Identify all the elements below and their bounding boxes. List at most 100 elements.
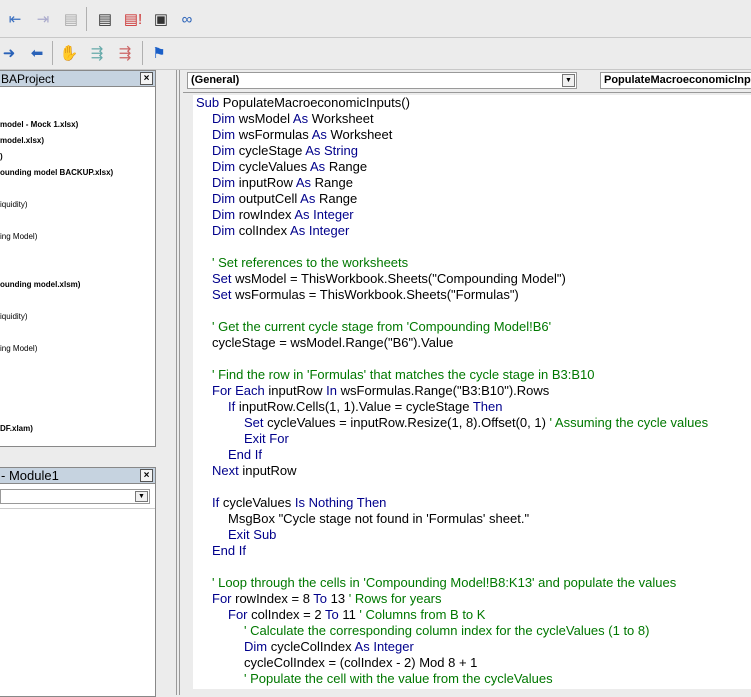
tree-item[interactable]: ): [0, 152, 3, 161]
procedure-combo[interactable]: PopulateMacroeconomicInputs: [600, 72, 751, 89]
code-line: Set wsFormulas = ThisWorkbook.Sheets("Fo…: [212, 287, 519, 303]
tree-item[interactable]: DF.xlam): [0, 424, 33, 433]
keyword: End If: [212, 543, 246, 558]
indent-icon[interactable]: ⇤: [2, 7, 28, 31]
keyword: Dim: [244, 639, 271, 654]
keyword: Exit Sub: [228, 527, 277, 542]
project-explorer-header: BAProject ×: [0, 71, 155, 87]
comment: ' Assuming the cycle values: [549, 415, 709, 430]
tree-item[interactable]: iquidity): [0, 312, 28, 321]
code-editor[interactable]: Sub PopulateMacroeconomicInputs() Dim wsM…: [193, 95, 751, 689]
tree-item[interactable]: ing Model): [0, 344, 37, 353]
code-line: cycleColIndex = (colIndex - 2) Mod 8 + 1: [244, 655, 477, 671]
code-text: cycleValues: [222, 495, 295, 510]
comment: ' Loop through the cells in 'Compounding…: [212, 575, 677, 590]
tree-item[interactable]: model - Mock 1.xlsx): [0, 120, 78, 129]
code-line: ' Get the current cycle stage from 'Comp…: [212, 319, 551, 335]
quick-watch-icon[interactable]: ∞: [174, 7, 200, 31]
keyword: As Integer: [290, 223, 350, 238]
code-line: Dim cycleColIndex As Integer: [244, 639, 414, 655]
keyword: As: [300, 191, 319, 206]
outdent-icon[interactable]: ⇥: [30, 7, 56, 31]
keyword: To: [313, 591, 331, 606]
chevron-down-icon: ▼: [135, 491, 148, 502]
code-line: End If: [212, 543, 246, 559]
code-text: Worksheet: [330, 127, 393, 142]
keyword: As Integer: [294, 207, 354, 222]
watch-window-icon[interactable]: ▣: [148, 7, 174, 31]
code-text: cycleColIndex = (colIndex - 2) Mod 8 + 1: [244, 655, 478, 670]
code-text: colIndex = 2: [251, 607, 325, 622]
code-text: wsFormulas.Range("B3:B10").Rows: [340, 383, 550, 398]
code-text: inputRow: [238, 175, 296, 190]
comment: ' Calculate the corresponding column ind…: [244, 623, 650, 638]
object-combo-value: (General): [191, 74, 240, 86]
code-text: cycleColIndex: [270, 639, 355, 654]
code-line: Dim outputCell As Range: [212, 191, 357, 207]
code-text: Worksheet: [311, 111, 374, 126]
keyword: Set: [212, 287, 236, 302]
keyword: End If: [228, 447, 262, 462]
code-text: inputRow.Cells(1, 1).Value = cycleStage: [238, 399, 473, 414]
properties-pane: - Module1 × ▼: [0, 467, 156, 697]
tree-item[interactable]: ounding model BACKUP.xlsx): [0, 168, 113, 177]
tree-item[interactable]: ounding model.xlsm): [0, 280, 80, 289]
code-line: cycleStage = wsModel.Range("B6").Value: [212, 335, 453, 351]
keyword: Next: [212, 463, 243, 478]
toolbar-row-1: ⇤ ⇥ ▤ ▤ ▤! ▣ ∞: [0, 0, 751, 38]
keyword: Dim: [212, 111, 239, 126]
close-icon[interactable]: ×: [140, 72, 153, 85]
tree-item[interactable]: iquidity): [0, 200, 28, 209]
code-line: Set wsModel = ThisWorkbook.Sheets("Compo…: [212, 271, 566, 287]
code-text: rowIndex: [238, 207, 295, 222]
uncomment-block-icon[interactable]: ⇶: [112, 41, 138, 65]
project-explorer-pane: BAProject × model - Mock 1.xlsx) model.xls…: [0, 70, 156, 447]
comment: ' Rows for years: [348, 591, 442, 606]
close-icon[interactable]: ×: [140, 469, 153, 482]
comment-block-icon[interactable]: ⇶: [84, 41, 110, 65]
comment: ' Columns from B to K: [359, 607, 486, 622]
code-line: ' Set references to the worksheets: [212, 255, 408, 271]
code-window-icon[interactable]: ▤: [92, 7, 118, 31]
code-text: wsFormulas: [238, 127, 312, 142]
breakpoint-hand-icon[interactable]: ✋: [56, 41, 82, 65]
tree-item[interactable]: ing Model): [0, 232, 37, 241]
code-line: Dim rowIndex As Integer: [212, 207, 354, 223]
bookmark-flag-icon[interactable]: ⚑: [146, 41, 172, 65]
chevron-down-icon: ▼: [562, 74, 575, 87]
code-line: Exit For: [244, 431, 289, 447]
code-line: ' Calculate the corresponding column ind…: [244, 623, 649, 639]
code-line: End If: [228, 447, 262, 463]
code-line: Exit Sub: [228, 527, 276, 543]
immediate-window-icon[interactable]: ▤!: [120, 7, 146, 31]
code-line: Dim colIndex As Integer: [212, 223, 349, 239]
step-into-icon[interactable]: ➜: [0, 41, 22, 65]
comment: ' Find the row in 'Formulas' that matche…: [212, 367, 595, 382]
keyword: Dim: [212, 159, 239, 174]
keyword: Set: [212, 271, 236, 286]
keyword: As Integer: [354, 639, 414, 654]
code-text: 13: [330, 591, 349, 606]
keyword: If: [212, 495, 223, 510]
object-combo[interactable]: (General) ▼: [187, 72, 577, 89]
code-text: wsModel: [238, 111, 293, 126]
code-text: colIndex: [238, 223, 291, 238]
code-text: Range: [318, 191, 358, 206]
keyword: As: [295, 175, 315, 190]
code-text: Range: [328, 159, 368, 174]
properties-window-icon[interactable]: ▤: [58, 7, 84, 31]
tree-item[interactable]: model.xlsx): [0, 136, 44, 145]
keyword: For: [228, 607, 252, 622]
object-selector[interactable]: ▼: [0, 489, 150, 504]
keyword: Dim: [212, 143, 239, 158]
keyword: For Each: [212, 383, 269, 398]
code-text: cycleValues: [238, 159, 311, 174]
step-out-icon[interactable]: ⬅: [24, 41, 50, 65]
pane-title: BAProject: [1, 72, 55, 86]
code-line: Next inputRow: [212, 463, 297, 479]
procedure-combo-value: PopulateMacroeconomicInputs: [604, 74, 751, 86]
code-line: Set cycleValues = inputRow.Resize(1, 8).…: [244, 415, 708, 431]
keyword: Dim: [212, 127, 239, 142]
code-line: Sub PopulateMacroeconomicInputs(): [196, 95, 410, 111]
code-line: If cycleValues Is Nothing Then: [212, 495, 386, 511]
